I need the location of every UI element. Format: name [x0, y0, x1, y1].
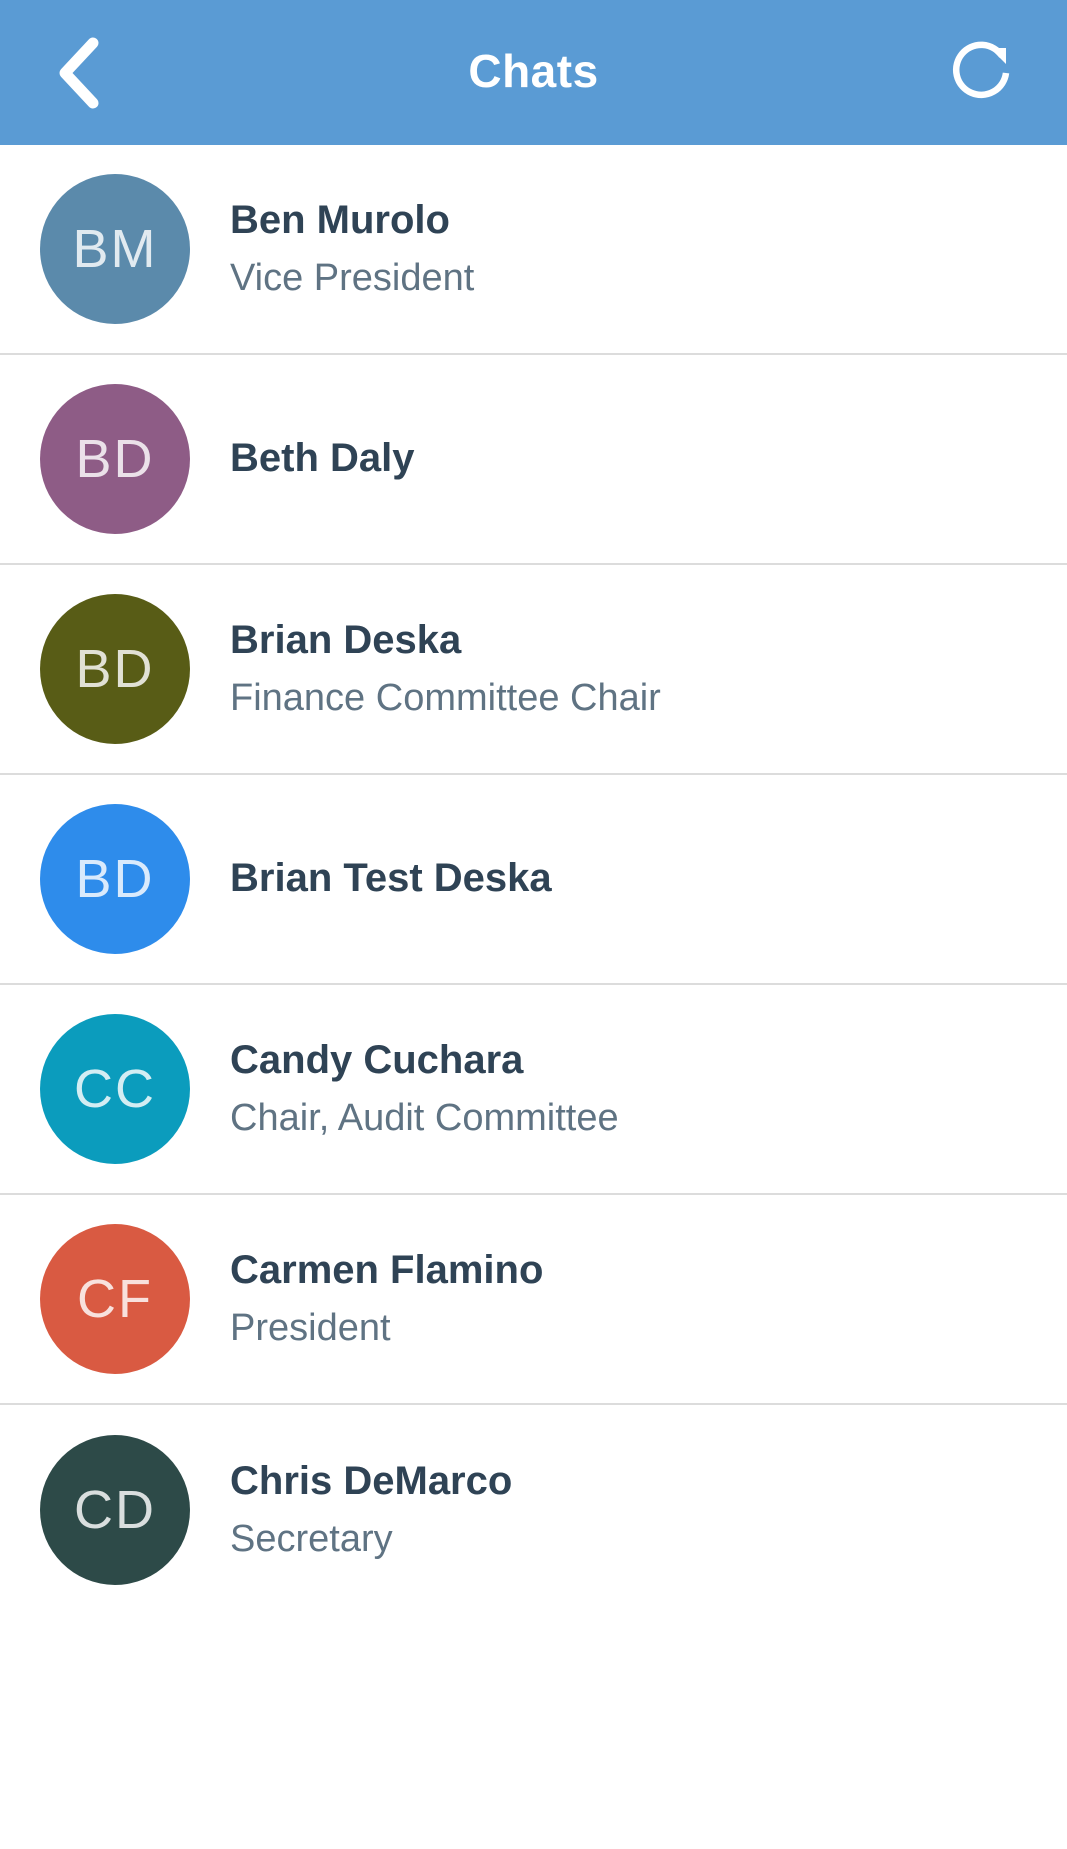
chat-item-text: Ben Murolo Vice President: [230, 197, 1037, 302]
chat-list-item[interactable]: CC Candy Cuchara Chair, Audit Committee: [0, 985, 1067, 1195]
avatar: CD: [40, 1435, 190, 1585]
contact-name: Carmen Flamino: [230, 1247, 544, 1292]
contact-name: Beth Daly: [230, 436, 415, 481]
contact-role: Secretary: [230, 1517, 393, 1560]
avatar: BD: [40, 804, 190, 954]
chat-list-item[interactable]: CD Chris DeMarco Secretary: [0, 1405, 1067, 1615]
chat-list-item[interactable]: BD Beth Daly: [0, 355, 1067, 565]
back-button[interactable]: [38, 33, 118, 113]
avatar: CC: [40, 1014, 190, 1164]
contact-name: Candy Cuchara: [230, 1037, 524, 1082]
chat-list-item[interactable]: BM Ben Murolo Vice President: [0, 145, 1067, 355]
chevron-left-icon: [59, 37, 99, 108]
contact-role: President: [230, 1306, 391, 1349]
avatar-initials: BM: [72, 219, 158, 279]
avatar-initials: BD: [75, 849, 155, 909]
chat-item-text: Carmen Flamino President: [230, 1247, 1037, 1352]
chat-item-text: Candy Cuchara Chair, Audit Committee: [230, 1037, 1037, 1142]
avatar-initials: CC: [74, 1059, 156, 1119]
chat-item-text: Brian Deska Finance Committee Chair: [230, 617, 1037, 722]
refresh-button[interactable]: [939, 31, 1023, 115]
page-title: Chats: [468, 44, 599, 97]
contact-name: Ben Murolo: [230, 197, 450, 242]
avatar-initials: BD: [75, 429, 155, 489]
chats-screen: Chats BM Ben Murolo Vice President BD Be…: [0, 0, 1067, 1849]
contact-role: Vice President: [230, 256, 475, 299]
avatar: BD: [40, 594, 190, 744]
chat-item-text: Beth Daly: [230, 435, 1037, 482]
avatar-initials: CD: [74, 1480, 156, 1540]
avatar: BD: [40, 384, 190, 534]
refresh-icon: [953, 41, 1010, 98]
avatar: CF: [40, 1224, 190, 1374]
avatar-initials: BD: [75, 639, 155, 699]
chat-list-item[interactable]: BD Brian Deska Finance Committee Chair: [0, 565, 1067, 775]
chat-list: BM Ben Murolo Vice President BD Beth Dal…: [0, 145, 1067, 1615]
contact-name: Brian Deska: [230, 617, 462, 662]
chat-list-item[interactable]: CF Carmen Flamino President: [0, 1195, 1067, 1405]
avatar: BM: [40, 174, 190, 324]
chat-list-item[interactable]: BD Brian Test Deska: [0, 775, 1067, 985]
chat-item-text: Chris DeMarco Secretary: [230, 1458, 1037, 1563]
contact-role: Finance Committee Chair: [230, 676, 661, 719]
contact-name: Brian Test Deska: [230, 856, 552, 901]
contact-role: Chair, Audit Committee: [230, 1096, 619, 1139]
contact-name: Chris DeMarco: [230, 1458, 513, 1503]
chat-item-text: Brian Test Deska: [230, 855, 1037, 902]
avatar-initials: CF: [77, 1269, 153, 1329]
app-header: Chats: [0, 0, 1067, 145]
